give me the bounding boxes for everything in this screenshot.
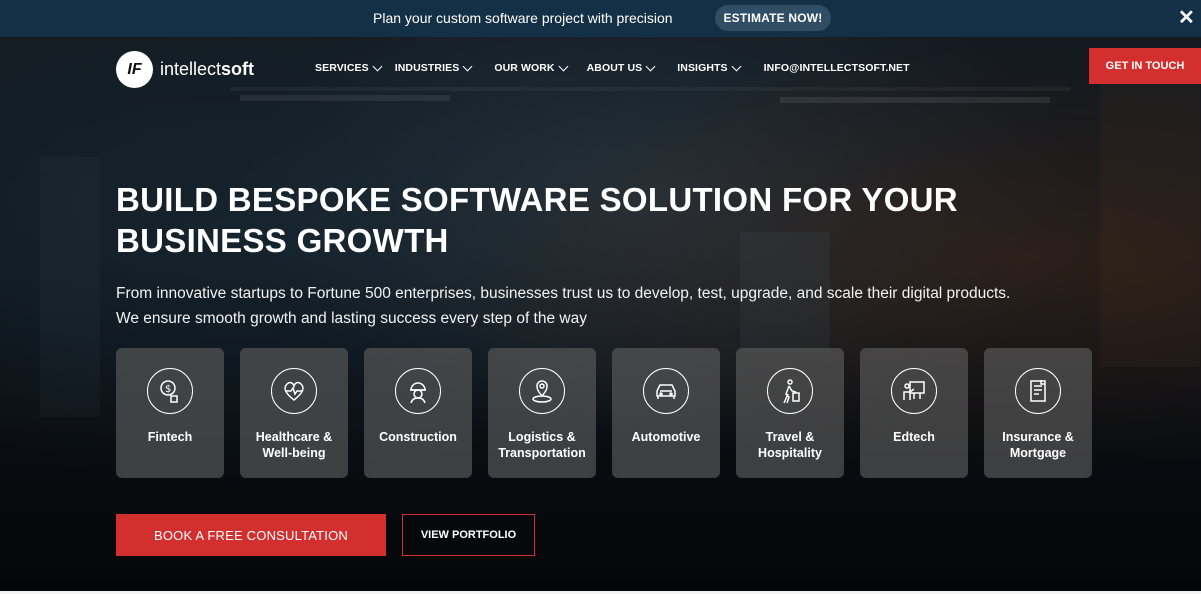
industry-card-automotive[interactable]: Automotive xyxy=(612,348,720,478)
industry-card-travel[interactable]: Travel & Hospitality xyxy=(736,348,844,478)
industry-card-insurance[interactable]: Insurance & Mortgage xyxy=(984,348,1092,478)
industry-label-line-1: Fintech xyxy=(147,430,193,444)
chevron-down-icon xyxy=(645,61,656,71)
headline-line-1: BUILD BESPOKE SOFTWARE SOLUTION FOR YOUR xyxy=(116,181,958,218)
nav-item-insights[interactable]: INSIGHTS xyxy=(677,61,742,74)
nav-label: INSIGHTS xyxy=(677,62,728,74)
industry-cards: $ Fintech Healthcare & Well-being Constru… xyxy=(116,348,1092,478)
announcement-text: Plan your custom software project with p… xyxy=(373,10,673,26)
industry-label-line-2: Well-being xyxy=(262,446,326,460)
nav-item-industries[interactable]: INDUSTRIES xyxy=(394,61,473,74)
nav-item-about-us[interactable]: ABOUT US xyxy=(586,61,656,74)
subtext-line-1: From innovative startups to Fortune 500 … xyxy=(116,285,1011,302)
main-nav: SERVICES INDUSTRIES OUR WORK ABOUT US IN… xyxy=(315,61,910,74)
industry-label-line-2: Mortgage xyxy=(1009,446,1067,460)
fintech-icon: $ xyxy=(147,368,193,414)
industry-label: Travel & Hospitality xyxy=(752,429,828,461)
industry-label-line-2: Hospitality xyxy=(758,446,822,460)
nav-item-services[interactable]: SERVICES xyxy=(315,61,383,74)
nav-label: SERVICES xyxy=(315,62,369,74)
healthcare-icon xyxy=(271,368,317,414)
book-consultation-button[interactable]: BOOK A FREE CONSULTATION xyxy=(116,514,386,556)
get-in-touch-button[interactable]: GET IN TOUCH xyxy=(1089,48,1201,84)
estimate-now-button[interactable]: ESTIMATE NOW! xyxy=(715,5,831,31)
announcement-bar: Plan your custom software project with p… xyxy=(0,0,1201,37)
industry-label-line-1: Construction xyxy=(379,430,457,444)
chevron-down-icon xyxy=(731,61,742,71)
brand-logo[interactable]: IF intellectsoft xyxy=(116,51,254,88)
industry-label: Edtech xyxy=(887,429,941,445)
industry-label-line-1: Healthcare & xyxy=(255,430,333,444)
logo-mark-icon: IF xyxy=(116,51,153,88)
subtext-line-2: We ensure smooth growth and lasting succ… xyxy=(116,310,587,327)
industry-label-line-2: Transportation xyxy=(498,446,586,460)
industry-card-fintech[interactable]: $ Fintech xyxy=(116,348,224,478)
industry-label-line-1: Insurance & xyxy=(1002,430,1074,444)
industry-label-line-1: Travel & xyxy=(765,430,815,444)
nav-label: INFO@INTELLECTSOFT.NET xyxy=(763,62,910,74)
nav-item-our-work[interactable]: OUR WORK xyxy=(494,61,569,74)
nav-item-email[interactable]: INFO@INTELLECTSOFT.NET xyxy=(764,62,910,74)
logo-text: intellectsoft xyxy=(160,59,254,80)
industry-label: Construction xyxy=(373,429,463,445)
page-title: BUILD BESPOKE SOFTWARE SOLUTION FOR YOUR… xyxy=(116,179,1016,261)
edtech-icon xyxy=(891,368,937,414)
industry-label: Healthcare & Well-being xyxy=(250,429,338,461)
view-portfolio-button[interactable]: VIEW PORTFOLIO xyxy=(402,514,535,556)
industry-label-line-1: Edtech xyxy=(893,430,935,444)
industry-label-line-1: Automotive xyxy=(631,430,701,444)
construction-icon xyxy=(395,368,441,414)
logo-text-light: intellect xyxy=(160,59,222,79)
nav-label: INDUSTRIES xyxy=(394,62,460,74)
industry-card-construction[interactable]: Construction xyxy=(364,348,472,478)
industry-label: Logistics & Transportation xyxy=(492,429,592,461)
industry-card-edtech[interactable]: Edtech xyxy=(860,348,968,478)
chevron-down-icon xyxy=(462,61,473,71)
logo-text-bold: soft xyxy=(221,59,255,79)
chevron-down-icon xyxy=(372,61,383,71)
nav-label: ABOUT US xyxy=(586,62,643,74)
travel-icon xyxy=(767,368,813,414)
industry-card-logistics[interactable]: Logistics & Transportation xyxy=(488,348,596,478)
nav-label: OUR WORK xyxy=(494,62,555,74)
svg-text:$: $ xyxy=(165,384,171,395)
industry-label: Insurance & Mortgage xyxy=(996,429,1080,461)
automotive-icon xyxy=(643,368,689,414)
headline-line-2: BUSINESS GROWTH xyxy=(116,222,449,259)
insurance-icon xyxy=(1015,368,1061,414)
industry-card-healthcare[interactable]: Healthcare & Well-being xyxy=(240,348,348,478)
chevron-down-icon xyxy=(558,61,569,71)
logistics-icon xyxy=(519,368,565,414)
industry-label: Fintech xyxy=(142,429,198,445)
industry-label: Automotive xyxy=(626,429,707,445)
industry-label-line-1: Logistics & xyxy=(508,430,576,444)
hero-subtext: From innovative startups to Fortune 500 … xyxy=(116,281,1076,331)
close-icon[interactable]: ✕ xyxy=(1178,8,1195,28)
